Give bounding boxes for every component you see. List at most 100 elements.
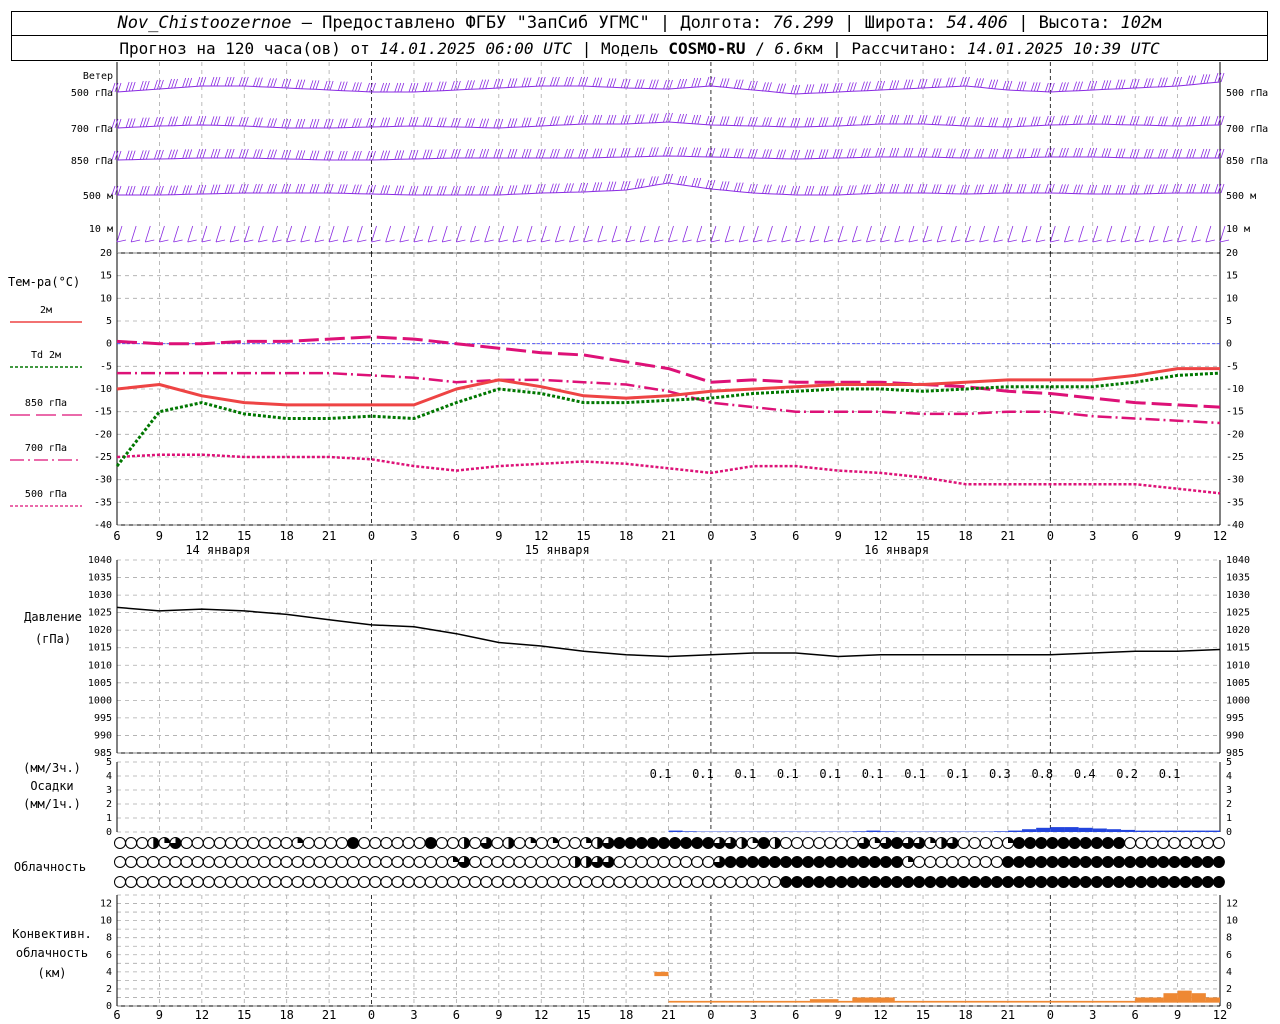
wind-barb <box>595 114 600 125</box>
wind-barb-10m <box>852 239 862 243</box>
conv-xtick: 18 <box>619 1008 633 1022</box>
wind-barb <box>171 116 175 126</box>
wind-barb <box>451 148 455 159</box>
cloud-symbol <box>558 856 570 868</box>
wind-barb <box>666 146 670 157</box>
wind-barb-10m <box>936 225 943 243</box>
wind-barb <box>821 83 826 93</box>
cloud-symbol-fill <box>741 837 748 849</box>
wind-barb-10m <box>696 239 706 243</box>
wind-barb <box>1178 183 1182 194</box>
wind-barb <box>1206 116 1211 126</box>
cloud-symbol <box>535 837 548 849</box>
wind-barb <box>878 183 882 194</box>
wind-barb <box>171 149 175 159</box>
wind-barb <box>895 80 900 90</box>
cloud-symbol <box>835 856 848 868</box>
cloud-symbol <box>191 876 204 888</box>
wind-barb <box>694 77 699 88</box>
wind-barb <box>174 185 178 195</box>
cloud-symbol <box>469 856 482 868</box>
wind-barb <box>457 148 461 159</box>
conv-xtick: 3 <box>1089 1008 1096 1022</box>
wind-barb <box>1158 116 1162 126</box>
wind-barb <box>1214 183 1219 194</box>
wind-barb <box>425 149 430 159</box>
wind-barb <box>174 149 178 159</box>
cloud-symbol <box>147 876 160 888</box>
cloud-symbol <box>957 856 970 868</box>
cloud-symbol <box>979 837 992 849</box>
wind-barb <box>1220 72 1225 83</box>
wind-barb <box>128 185 133 196</box>
wind-barb <box>213 76 218 87</box>
wind-barb-10m <box>937 239 947 243</box>
wind-barb-10m <box>837 225 844 243</box>
wind-barb <box>903 114 908 125</box>
cloud-symbol <box>1079 837 1092 849</box>
wind-barb <box>1220 148 1225 159</box>
wind-barb <box>479 185 484 196</box>
wind-barb <box>1172 76 1176 87</box>
wind-barb-10m <box>1163 225 1169 243</box>
wind-barb <box>270 149 274 159</box>
wind-barb <box>366 117 370 128</box>
wind-barb <box>878 147 882 158</box>
cloud-symbol <box>780 837 792 849</box>
wind-barb-10m <box>1135 239 1145 243</box>
wind-barb <box>980 184 984 194</box>
wind-barb <box>934 184 939 194</box>
conv-panel-ytick-left: 12 <box>100 899 112 910</box>
cloud-symbol <box>1201 837 1214 849</box>
wind-barb <box>793 117 798 128</box>
wind-barb <box>584 182 589 193</box>
wind-barb <box>768 184 772 194</box>
wind-barb <box>457 80 461 91</box>
wind-barb <box>524 117 529 127</box>
conv-bar <box>1163 993 1178 1003</box>
wind-barb-10m <box>300 225 307 243</box>
temp-xtick: 9 <box>835 529 842 543</box>
wind-barb <box>835 116 840 127</box>
wind-barb <box>213 184 218 194</box>
wind-barb <box>309 118 314 129</box>
wind-barb <box>479 148 484 159</box>
wind-barb <box>436 185 441 196</box>
wind-barb <box>383 117 388 127</box>
wind-barb-10m <box>441 225 448 243</box>
wind-barb <box>168 78 172 89</box>
temp-xtick: 18 <box>958 529 972 543</box>
precip-title: Осадки <box>30 779 73 793</box>
wind-barb <box>366 150 370 161</box>
cloud-symbol <box>136 837 149 849</box>
wind-barb-10m <box>724 239 735 243</box>
wind-barb <box>818 83 823 93</box>
cloud-symbol <box>1090 856 1103 868</box>
wind-barb-10m <box>399 239 409 243</box>
wind-barb <box>818 149 823 159</box>
cloud-symbol <box>1057 837 1070 849</box>
cloud-symbol <box>236 856 249 868</box>
wind-barb <box>620 78 625 89</box>
wind-barb <box>790 84 795 95</box>
wind-barb <box>1115 184 1120 195</box>
cloud-symbol <box>114 856 126 868</box>
wind-barb <box>358 82 362 92</box>
wind-barb <box>753 148 758 159</box>
precip-bar <box>1050 827 1065 832</box>
cloud-symbol <box>902 876 915 888</box>
wind-barb <box>612 114 617 125</box>
wind-barb <box>626 78 631 89</box>
wind-barb <box>739 182 744 192</box>
cloud-symbol-fill <box>453 856 459 862</box>
cloud-symbol <box>402 876 415 888</box>
cloud-symbol <box>813 856 826 868</box>
wind-barb <box>337 150 342 161</box>
wind-barb <box>535 116 540 127</box>
wind-barb <box>1090 114 1095 125</box>
wind-barb <box>1192 183 1197 194</box>
wind-barb <box>1087 147 1092 158</box>
cloud-title: Облачность <box>14 860 86 874</box>
wind-barb <box>592 77 597 87</box>
cloud-symbol <box>802 837 815 849</box>
